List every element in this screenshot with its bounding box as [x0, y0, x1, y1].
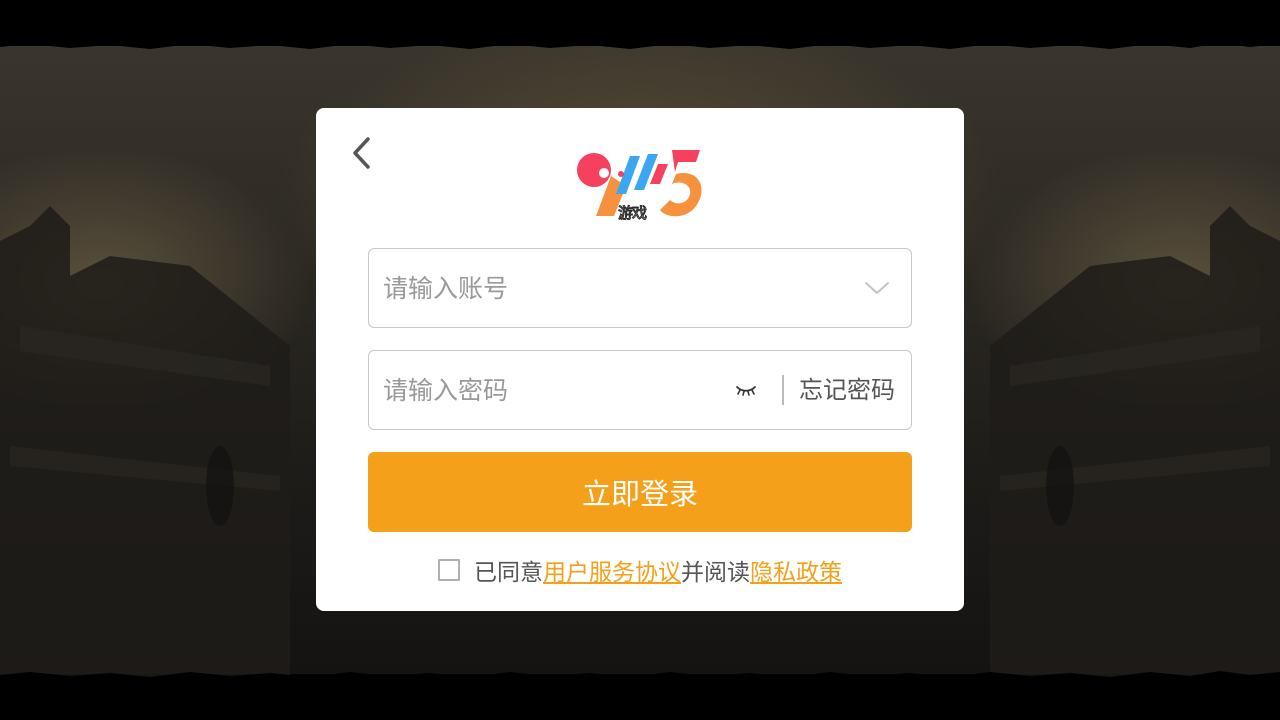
password-field: 忘记密码	[368, 350, 912, 430]
account-field	[368, 248, 912, 328]
login-dialog: 游戏 忘记密码 立即登录 已同意 用户服务协议	[316, 108, 964, 611]
chevron-down-icon	[865, 282, 889, 294]
account-input[interactable]	[383, 249, 843, 327]
right-ruin-decoration	[990, 206, 1280, 706]
login-button[interactable]: 立即登录	[368, 452, 912, 532]
privacy-policy-link[interactable]: 隐私政策	[750, 553, 842, 587]
agreement-checkbox[interactable]	[438, 559, 460, 581]
back-chevron-icon	[353, 137, 370, 169]
game-login-screen: 游戏 忘记密码 立即登录 已同意 用户服务协议	[0, 0, 1280, 720]
torn-edge-top	[0, 0, 1280, 49]
password-input[interactable]	[383, 351, 723, 429]
left-ruin-decoration	[0, 206, 290, 706]
torn-edge-bottom	[0, 671, 1280, 720]
password-visibility-toggle[interactable]	[735, 377, 757, 403]
brand-logo-text: 游戏	[618, 204, 647, 222]
agreement-middle-text: 并阅读	[681, 560, 750, 586]
agreement-prefix-text: 已同意	[474, 560, 543, 586]
account-dropdown-button[interactable]	[863, 275, 891, 301]
eye-closed-icon	[736, 386, 756, 396]
forgot-password-link[interactable]: 忘记密码	[799, 351, 895, 429]
agreement-row: 已同意 用户服务协议 并阅读 隐私政策	[316, 552, 964, 588]
back-button[interactable]	[346, 134, 376, 172]
user-agreement-link[interactable]: 用户服务协议	[543, 553, 681, 587]
field-divider	[782, 375, 784, 405]
